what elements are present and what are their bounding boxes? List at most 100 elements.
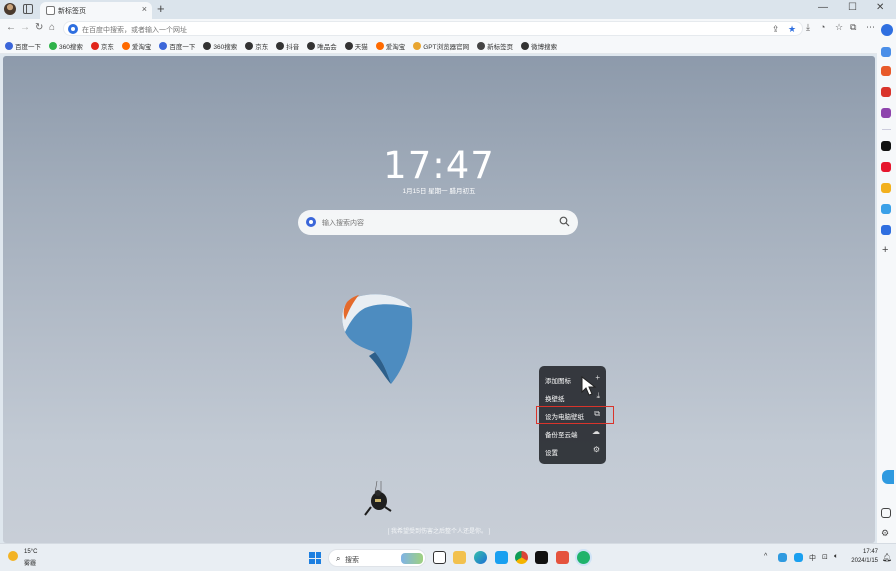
close-tab-icon[interactable]: × [142, 4, 147, 14]
bookmark-app-icon[interactable] [881, 47, 891, 57]
shopping-app-icon[interactable] [881, 87, 891, 97]
address-bar-placeholder: 在百度中搜索，或者输入一个网址 [82, 27, 187, 34]
chevron-up-icon[interactable]: ^ [764, 553, 767, 560]
bookmark-label: 爱淘宝 [385, 43, 406, 51]
task-view-icon[interactable] [433, 551, 446, 564]
profile-avatar[interactable] [4, 3, 16, 15]
ime-indicator[interactable]: 中 [809, 553, 816, 563]
tiktok-icon[interactable] [881, 141, 891, 151]
search-box[interactable]: 输入搜索内容 [298, 210, 578, 235]
bookmark-item[interactable]: 抖音 [276, 41, 299, 51]
bookmark-item[interactable]: 百度一下 [159, 41, 195, 51]
tray-time[interactable]: 17:47 [852, 549, 878, 555]
bookmark-label: 天猫 [354, 43, 368, 51]
bookmark-star-icon[interactable]: ★ [788, 24, 796, 35]
bookmark-item[interactable]: 唯品会 [307, 41, 337, 51]
edge-icon[interactable] [474, 551, 487, 564]
bookmark-label: GPT浏览器官网 [423, 43, 470, 51]
bookmark-item[interactable]: 爱淘宝 [375, 41, 406, 51]
tab-new-tab[interactable]: 新标签页 × [40, 2, 152, 19]
new-tab-button[interactable]: + [157, 1, 165, 16]
game-app-icon[interactable] [881, 204, 891, 214]
menu-item-label: 备份至云端 [545, 432, 578, 439]
globe-icon [344, 41, 353, 50]
baidu-app-icon[interactable] [881, 225, 891, 235]
search-input[interactable]: 输入搜索内容 [322, 218, 364, 228]
search-icon[interactable] [559, 216, 570, 227]
bookmark-item[interactable]: 爱淘宝 [121, 41, 151, 51]
bookmark-item[interactable]: 360搜索 [49, 41, 83, 51]
tool-app-icon[interactable] [881, 108, 891, 118]
network-icon[interactable]: ⊡ [822, 553, 828, 561]
forward-icon[interactable]: → [20, 22, 30, 33]
office-app-icon[interactable] [881, 66, 891, 76]
reload-icon[interactable]: ↻ [35, 22, 43, 33]
chrome-icon[interactable] [515, 551, 528, 564]
store-app-icon[interactable] [495, 551, 508, 564]
history-icon[interactable]: ◔ [820, 22, 825, 32]
baidu-paw-icon[interactable] [306, 217, 316, 227]
news-app-icon[interactable] [881, 183, 891, 193]
taskbar: 15°C 雾霾 ⌕ 搜索 ^ 中 ⊡ 🔈︎ 17:47 2024/1/15 🔔︎ [0, 543, 896, 571]
bookmark-item[interactable]: 京东 [90, 41, 114, 51]
volume-icon[interactable]: 🔈︎ [834, 553, 838, 561]
bookmark-item[interactable]: 360搜索 [203, 41, 237, 51]
baidu-icon [5, 41, 13, 50]
sidebar-toggle-icon[interactable] [23, 4, 33, 14]
menu-item-label: 添加图标 [545, 378, 571, 385]
tray-app-icon[interactable] [794, 553, 803, 562]
maximize-button[interactable]: ☐ [848, 2, 857, 13]
menu-item-backup-cloud[interactable]: 备份至云端 ☁ [539, 424, 606, 442]
pilot-image [364, 481, 392, 516]
bookmark-item[interactable]: 微博搜索 [521, 41, 557, 51]
bookmark-label: 360搜索 [59, 43, 83, 51]
office-icon[interactable] [556, 551, 569, 564]
globe-icon [307, 41, 316, 50]
bookmark-item[interactable]: 百度一下 [5, 41, 41, 51]
add-app-icon[interactable]: + [882, 244, 888, 256]
gear-icon: ⚙ [592, 445, 600, 454]
360-icon [49, 41, 57, 50]
bookmark-label: 百度一下 [169, 43, 196, 51]
gear-icon[interactable]: ⚙ [881, 528, 889, 539]
tray-app-icon[interactable] [778, 553, 787, 562]
weather-condition[interactable]: 雾霾 [24, 558, 36, 567]
share-icon[interactable]: ⇪ [772, 24, 780, 35]
bookmark-item[interactable]: 天猫 [344, 41, 368, 51]
search-highlight-image [401, 553, 423, 564]
bookmark-item[interactable]: 新标签页 [477, 41, 513, 51]
page-icon [477, 41, 486, 50]
bookmark-label: 京东 [100, 43, 114, 51]
assistant-icon[interactable] [881, 24, 893, 36]
file-explorer-icon[interactable] [453, 551, 466, 564]
menu-icon[interactable]: ⋯ [866, 22, 875, 33]
weibo-icon[interactable] [881, 162, 891, 172]
menu-item-settings[interactable]: 设置 ⚙ [539, 442, 606, 460]
assistant-tab-icon[interactable] [882, 470, 894, 484]
tray-date[interactable]: 2024/1/15 [845, 558, 878, 564]
weather-temp[interactable]: 15°C [24, 549, 37, 555]
extensions-icon[interactable]: ⧉ [850, 22, 856, 33]
minimize-button[interactable]: — [818, 2, 828, 13]
globe-icon [276, 41, 285, 50]
weather-sun-icon[interactable] [8, 551, 18, 561]
back-icon[interactable]: ← [6, 22, 16, 33]
globe-icon [245, 41, 254, 50]
bookmark-item[interactable]: 京东 [245, 41, 268, 51]
browser-icon[interactable] [577, 551, 590, 564]
home-icon[interactable]: ⌂ [49, 22, 55, 33]
taskbar-search[interactable]: ⌕ 搜索 [328, 549, 426, 567]
address-bar[interactable]: 在百度中搜索，或者输入一个网址 ⇪ ★ [63, 21, 803, 36]
bookmark-item[interactable]: GPT浏览器官网 [413, 41, 469, 51]
notification-bell-icon[interactable]: 🔔︎ [882, 553, 892, 562]
bookmark-label: 360搜索 [213, 43, 238, 51]
aitaobao-icon [375, 41, 384, 50]
close-window-button[interactable]: ✕ [876, 2, 884, 13]
capcut-icon[interactable] [535, 551, 548, 564]
panel-layout-icon[interactable] [881, 508, 891, 518]
windows-start-icon[interactable] [309, 552, 321, 564]
download-icon[interactable]: ⤓ [806, 22, 810, 33]
favorites-icon[interactable]: ☆ [835, 22, 843, 33]
aitaobao-icon [121, 41, 130, 50]
tab-title: 新标签页 [58, 8, 86, 15]
